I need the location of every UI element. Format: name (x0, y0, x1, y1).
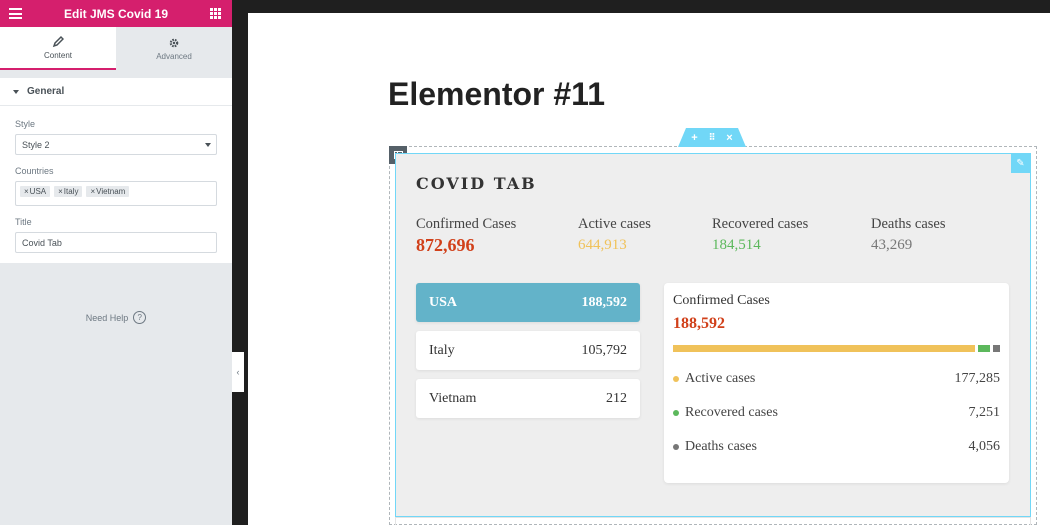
row-label: Recovered cases (685, 405, 778, 420)
preview-canvas: Elementor #11 + ⠿ × ✎ COVID TAB Confirme… (248, 13, 1050, 525)
general-section-toggle[interactable]: General (0, 78, 232, 106)
page-title: Elementor #11 (388, 76, 605, 112)
edit-widget-button[interactable]: ✎ (1011, 154, 1030, 173)
editor-panel: Edit JMS Covid 19 Content Advanced Gener… (0, 0, 232, 525)
summary-value: 872,696 (416, 235, 475, 255)
detail-row-recovered: Recovered cases 7,251 (673, 405, 1000, 421)
row-label: Active cases (685, 371, 756, 386)
row-value: 4,056 (968, 439, 1001, 454)
summary-recovered: Recovered cases 184,514 (712, 216, 808, 254)
remove-tag-icon[interactable]: × (58, 187, 63, 196)
pencil-icon (52, 35, 64, 48)
chevron-down-icon (205, 143, 211, 147)
remove-tag-icon[interactable]: × (24, 187, 29, 196)
tab-content[interactable]: Content (0, 27, 116, 70)
country-tag[interactable]: ×Italy (54, 186, 83, 197)
country-name: USA (429, 294, 458, 310)
collapse-panel-button[interactable]: ‹ (232, 352, 244, 392)
close-icon[interactable]: × (726, 132, 732, 144)
title-input-value: Covid Tab (22, 237, 62, 248)
summary-confirmed: Confirmed Cases 872,696 (416, 216, 516, 256)
tab-advanced-label: Advanced (156, 52, 192, 61)
style-select[interactable]: Style 2 (15, 134, 217, 155)
summary-deaths: Deaths cases 43,269 (871, 216, 945, 254)
covid-widget[interactable]: ✎ COVID TAB Confirmed Cases 872,696 Acti… (395, 153, 1031, 517)
panel-tabs: Content Advanced (0, 27, 232, 70)
country-tab-vietnam[interactable]: Vietnam 212 (416, 379, 640, 418)
title-input[interactable]: Covid Tab (15, 232, 217, 253)
menu-icon[interactable] (9, 8, 22, 19)
general-section: General Style Style 2 Countries ×USA ×It… (0, 78, 232, 263)
need-help-label: Need Help (85, 312, 129, 323)
section-title: General (27, 86, 65, 97)
countries-label: Countries (15, 166, 54, 176)
country-value: 212 (606, 390, 627, 406)
country-tag[interactable]: ×Vietnam (86, 186, 130, 197)
row-value: 177,285 (954, 371, 1001, 386)
help-icon: ? (133, 311, 147, 324)
country-detail-card: Confirmed Cases 188,592 Active cases 177… (664, 283, 1009, 483)
summary-label: Active cases (578, 216, 651, 232)
detail-label: Confirmed Cases (673, 293, 770, 308)
dot-icon (673, 443, 679, 450)
country-tab-italy[interactable]: Italy 105,792 (416, 331, 640, 370)
need-help-link[interactable]: Need Help ? (0, 311, 232, 324)
tab-advanced[interactable]: Advanced (116, 27, 232, 70)
add-section-icon[interactable]: + (691, 132, 697, 144)
country-value: 188,592 (581, 294, 628, 310)
drag-handle-icon[interactable]: ⠿ (709, 132, 716, 143)
tab-content-label: Content (43, 51, 73, 60)
panel-title: Edit JMS Covid 19 (63, 6, 169, 21)
summary-label: Recovered cases (712, 216, 809, 232)
chevron-left-icon: ‹ (236, 367, 240, 377)
countries-multiselect[interactable]: ×USA ×Italy ×Vietnam (15, 181, 217, 206)
bar-segment-active (673, 345, 975, 352)
summary-label: Confirmed Cases (416, 216, 517, 232)
row-value: 7,251 (968, 405, 1001, 420)
country-tag[interactable]: ×USA (20, 186, 51, 197)
dot-icon (673, 375, 679, 382)
next-section-strip (395, 517, 1031, 525)
summary-value: 184,514 (712, 237, 761, 253)
style-label: Style (15, 119, 36, 129)
bar-segment-recovered (977, 345, 990, 352)
gear-icon (169, 38, 179, 48)
detail-value: 188,592 (673, 315, 725, 332)
summary-active: Active cases 644,913 (578, 216, 651, 254)
widget-title: COVID TAB (416, 174, 537, 193)
caret-down-icon (13, 89, 19, 94)
summary-value: 644,913 (578, 237, 627, 253)
remove-tag-icon[interactable]: × (90, 187, 95, 196)
detail-row-deaths: Deaths cases 4,056 (673, 439, 1000, 455)
summary-value: 43,269 (871, 237, 913, 253)
controls: Style Style 2 Countries ×USA ×Italy ×Vie… (0, 106, 232, 263)
pencil-icon: ✎ (1016, 158, 1025, 169)
panel-header: Edit JMS Covid 19 (0, 0, 232, 27)
widgets-grid-icon[interactable] (210, 8, 221, 19)
style-select-value: Style 2 (22, 139, 50, 150)
bar-segment-deaths (992, 345, 1000, 352)
country-value: 105,792 (581, 342, 628, 358)
title-label: Title (15, 217, 32, 227)
row-label: Deaths cases (685, 439, 757, 454)
country-name: Italy (429, 342, 455, 358)
country-name: Vietnam (429, 390, 477, 406)
detail-row-active: Active cases 177,285 (673, 371, 1000, 387)
cases-breakdown-bar (673, 345, 1000, 352)
summary-label: Deaths cases (871, 216, 946, 232)
country-tab-usa[interactable]: USA 188,592 (416, 283, 640, 322)
section-handle: + ⠿ × (678, 128, 746, 147)
dot-icon (673, 409, 679, 416)
